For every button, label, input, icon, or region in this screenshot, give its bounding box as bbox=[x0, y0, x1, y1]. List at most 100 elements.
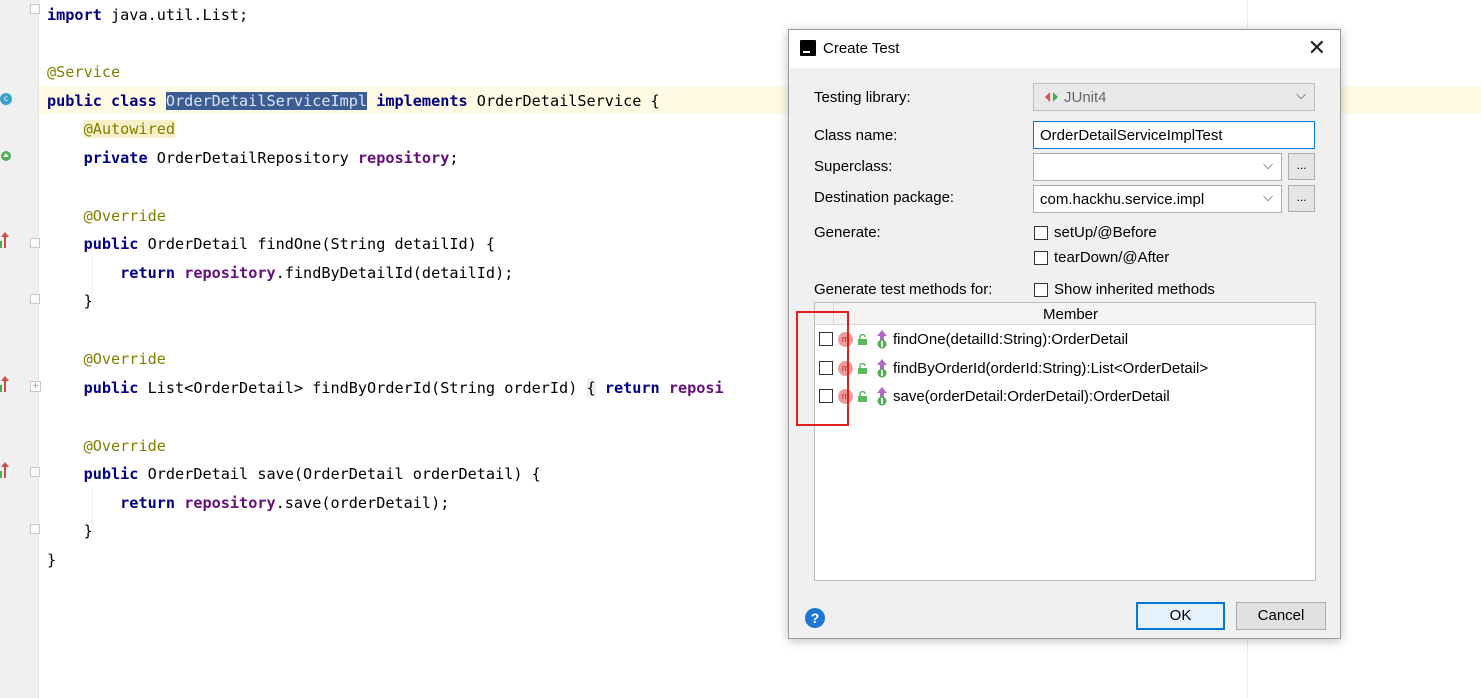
destination-package-select[interactable]: com.hackhu.service.impl ⌵ bbox=[1033, 185, 1282, 213]
member-signature: findByOrderId(orderId:String):List<Order… bbox=[893, 359, 1209, 377]
teardown-checkbox[interactable] bbox=[1034, 251, 1048, 265]
fold-marker[interactable] bbox=[30, 294, 40, 304]
generate-label: Generate: bbox=[814, 224, 881, 241]
testing-library-label: Testing library: bbox=[814, 89, 911, 106]
member-signature: save(orderDetail:OrderDetail):OrderDetai… bbox=[893, 388, 1170, 405]
autowired-bean-icon[interactable] bbox=[0, 150, 12, 166]
code-line: @Override bbox=[47, 206, 166, 226]
destination-package-label: Destination package: bbox=[814, 189, 955, 206]
class-implements-icon[interactable]: c bbox=[0, 93, 12, 105]
code-token: OrderDetailRepository bbox=[147, 149, 358, 167]
superclass-label: Superclass: bbox=[814, 158, 893, 175]
class-name-input[interactable]: OrderDetailServiceImplTest bbox=[1033, 121, 1315, 149]
class-name-value: OrderDetailServiceImplTest bbox=[1040, 127, 1223, 144]
setup-checkbox-label[interactable]: setUp/@Before bbox=[1054, 224, 1157, 241]
code-token: OrderDetailServiceImpl bbox=[165, 92, 368, 110]
code-token: public bbox=[83, 465, 139, 483]
override-arrow-icon[interactable] bbox=[0, 462, 10, 480]
code-token: return bbox=[120, 264, 176, 282]
testing-library-value: JUnit4 bbox=[1064, 89, 1107, 106]
override-arrow-icon[interactable] bbox=[0, 376, 10, 394]
code-token: repository bbox=[184, 264, 276, 282]
code-line: public OrderDetail findOne(String detail… bbox=[47, 234, 495, 254]
code-token: java.util.List; bbox=[101, 6, 249, 24]
fold-marker[interactable] bbox=[30, 4, 40, 14]
code-editor[interactable]: import java.util.List; @Service public c… bbox=[47, 0, 724, 569]
member-signature: findOne(detailId:String):OrderDetail bbox=[893, 331, 1129, 348]
intellij-app-icon bbox=[800, 40, 816, 56]
member-table: Member m findOne(detailId:String):OrderDe… bbox=[814, 302, 1316, 581]
code-token: return bbox=[120, 494, 176, 512]
member-column-header[interactable]: Member bbox=[1043, 306, 1098, 323]
code-token: } bbox=[47, 522, 93, 540]
code-line: @Override bbox=[47, 349, 166, 369]
member-row[interactable]: m findOne(detailId:String):OrderDetail bbox=[815, 326, 1315, 354]
code-line: } bbox=[47, 521, 93, 541]
override-arrow-icon[interactable] bbox=[0, 232, 10, 250]
destination-browse-button[interactable]: ... bbox=[1288, 185, 1315, 212]
code-line: private OrderDetailRepository repository… bbox=[47, 148, 459, 168]
show-inherited-checkbox[interactable] bbox=[1034, 283, 1048, 297]
code-token: repository bbox=[184, 494, 276, 512]
code-line: } bbox=[47, 550, 56, 570]
unlock-icon bbox=[858, 391, 867, 402]
code-token: .findByDetailId(detailId); bbox=[275, 264, 514, 282]
cancel-button[interactable]: Cancel bbox=[1236, 602, 1326, 630]
code-line: import java.util.List; bbox=[47, 5, 248, 25]
code-token: @Override bbox=[83, 437, 166, 455]
superclass-browse-button[interactable]: ... bbox=[1288, 153, 1315, 180]
code-token: ; bbox=[449, 149, 459, 167]
code-token: private bbox=[83, 149, 148, 167]
code-line: @Service bbox=[47, 62, 120, 82]
member-row[interactable]: m save(orderDetail:OrderDetail):OrderDeta… bbox=[815, 383, 1315, 411]
code-line: } bbox=[47, 291, 93, 311]
code-line: return repository.findByDetailId(detailI… bbox=[47, 263, 513, 283]
dialog-titlebar[interactable]: Create Test ✕ bbox=[789, 30, 1340, 68]
code-token: @Autowired bbox=[83, 120, 176, 138]
dialog-title: Create Test bbox=[823, 40, 900, 57]
code-token: public class bbox=[47, 92, 157, 110]
help-icon[interactable]: ? bbox=[805, 608, 825, 628]
code-line: public class OrderDetailServiceImpl impl… bbox=[47, 91, 660, 111]
code-token: @Service bbox=[47, 63, 121, 81]
ok-button[interactable]: OK bbox=[1136, 602, 1225, 630]
testing-library-select[interactable]: JUnit4 ⌵ bbox=[1033, 83, 1315, 111]
class-name-label: Class name: bbox=[814, 127, 898, 144]
code-token: public bbox=[83, 235, 139, 253]
setup-checkbox[interactable] bbox=[1034, 226, 1048, 240]
code-line: public List<OrderDetail> findByOrderId(S… bbox=[47, 378, 724, 398]
code-token: implements bbox=[376, 92, 468, 110]
fold-marker[interactable] bbox=[30, 524, 40, 534]
code-token: @Override bbox=[83, 350, 166, 368]
red-highlight-annotation bbox=[796, 311, 849, 426]
code-line: return repository.save(orderDetail); bbox=[47, 493, 449, 513]
member-row[interactable]: m findByOrderId(orderId:String):List<Orde… bbox=[815, 355, 1315, 383]
fold-marker[interactable] bbox=[30, 467, 40, 477]
code-token: OrderDetail findOne(String detailId) { bbox=[138, 235, 496, 253]
superclass-select[interactable]: ⌵ bbox=[1033, 153, 1282, 181]
implements-up-icon bbox=[877, 387, 887, 406]
code-token: .save(orderDetail); bbox=[275, 494, 450, 512]
code-token: } bbox=[47, 551, 57, 569]
close-icon[interactable]: ✕ bbox=[1308, 36, 1326, 60]
member-table-header: Member bbox=[815, 303, 1315, 325]
fold-expand-marker[interactable]: + bbox=[30, 381, 41, 392]
fold-marker[interactable] bbox=[30, 238, 40, 248]
chevron-down-icon: ⌵ bbox=[1263, 189, 1273, 204]
code-token: { bbox=[586, 379, 596, 397]
show-inherited-label[interactable]: Show inherited methods bbox=[1054, 281, 1215, 298]
teardown-checkbox-label[interactable]: tearDown/@After bbox=[1054, 249, 1169, 266]
code-line: public OrderDetail save(OrderDetail orde… bbox=[47, 464, 541, 484]
implements-up-icon bbox=[877, 330, 887, 349]
